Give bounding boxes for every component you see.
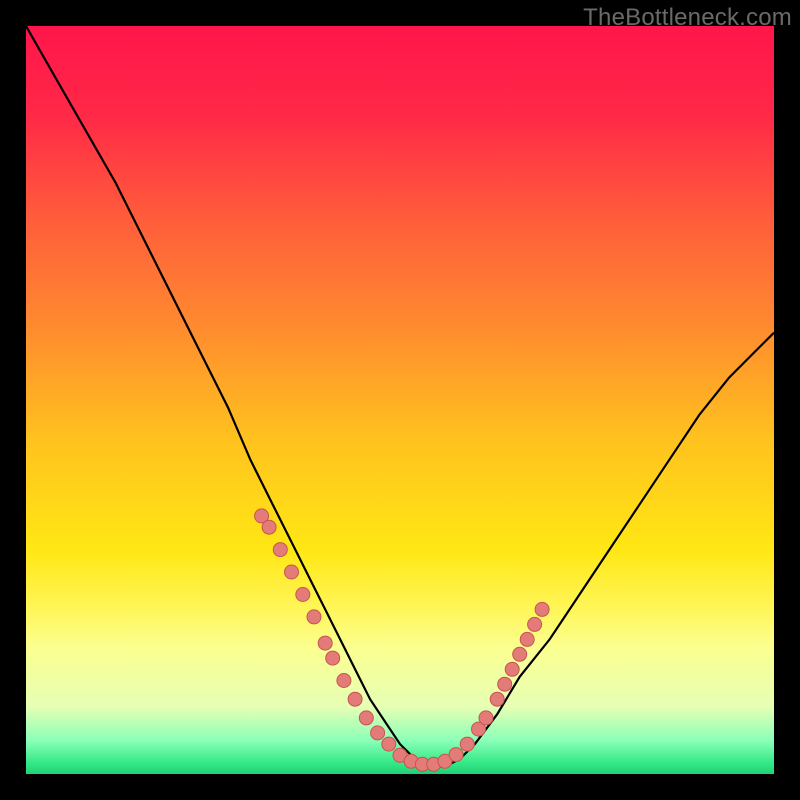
data-marker (449, 748, 463, 762)
data-marker (296, 588, 310, 602)
chart-svg (26, 26, 774, 774)
data-marker (520, 632, 534, 646)
data-marker (490, 692, 504, 706)
gradient-background (26, 26, 774, 774)
data-marker (337, 674, 351, 688)
data-marker (262, 520, 276, 534)
data-marker (307, 610, 321, 624)
data-marker (318, 636, 332, 650)
data-marker (498, 677, 512, 691)
data-marker (371, 726, 385, 740)
data-marker (326, 651, 340, 665)
data-marker (348, 692, 362, 706)
chart-frame (26, 26, 774, 774)
data-marker (505, 662, 519, 676)
data-marker (273, 543, 287, 557)
data-marker (479, 711, 493, 725)
watermark-text: TheBottleneck.com (583, 4, 792, 32)
data-marker (359, 711, 373, 725)
data-marker (528, 617, 542, 631)
data-marker (285, 565, 299, 579)
data-marker (513, 647, 527, 661)
data-marker (382, 737, 396, 751)
data-marker (460, 737, 474, 751)
data-marker (535, 602, 549, 616)
